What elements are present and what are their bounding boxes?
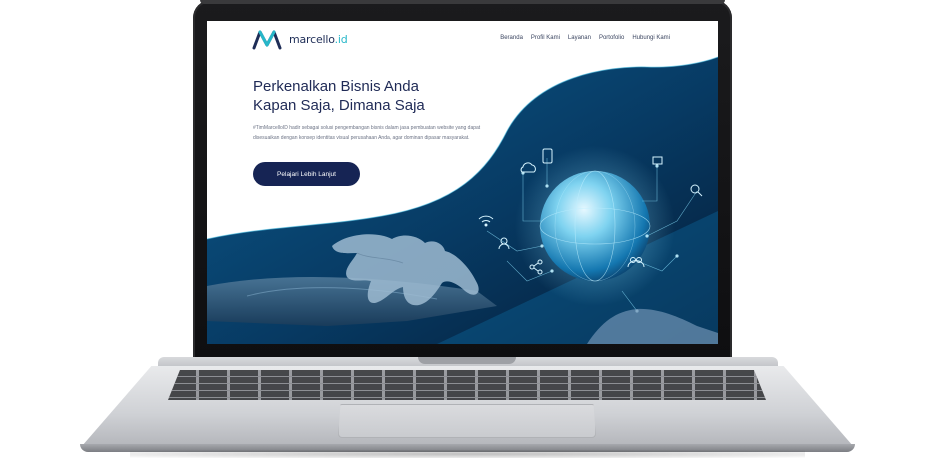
nav-item-hubungi-kami[interactable]: Hubungi Kami [632,35,670,41]
keyboard-rows [168,370,766,400]
hero-description: #TimMarcelloID hadir sebagai solusi peng… [253,125,481,141]
hero-title-line-2: Kapan Saja, Dimana Saja [253,97,425,114]
laptop-screen: marcello.id Beranda Profil Kami Layanan … [207,21,718,344]
lid-edge [200,0,725,4]
site-header: marcello.id Beranda Profil Kami Layanan … [207,21,718,57]
main-nav: Beranda Profil Kami Layanan Portofolio H… [500,35,670,41]
nav-item-beranda[interactable]: Beranda [500,35,523,41]
nav-item-layanan[interactable]: Layanan [568,35,591,41]
learn-more-button[interactable]: Pelajari Lebih Lanjut [253,162,360,186]
nav-item-portofolio[interactable]: Portofolio [599,35,624,41]
nav-item-profil-kami[interactable]: Profil Kami [531,35,560,41]
hero-title-line-1: Perkenalkan Bisnis Anda [253,78,419,95]
laptop-trackpad [338,404,596,438]
site-logo[interactable]: marcello.id [252,28,348,50]
logo-mark-icon [252,30,282,50]
laptop-shadow [130,450,805,458]
hinge-notch [418,357,516,364]
hero-title: Perkenalkan Bisnis Anda Kapan Saja, Dima… [253,77,483,115]
logo-wordmark: marcello.id [289,32,348,46]
